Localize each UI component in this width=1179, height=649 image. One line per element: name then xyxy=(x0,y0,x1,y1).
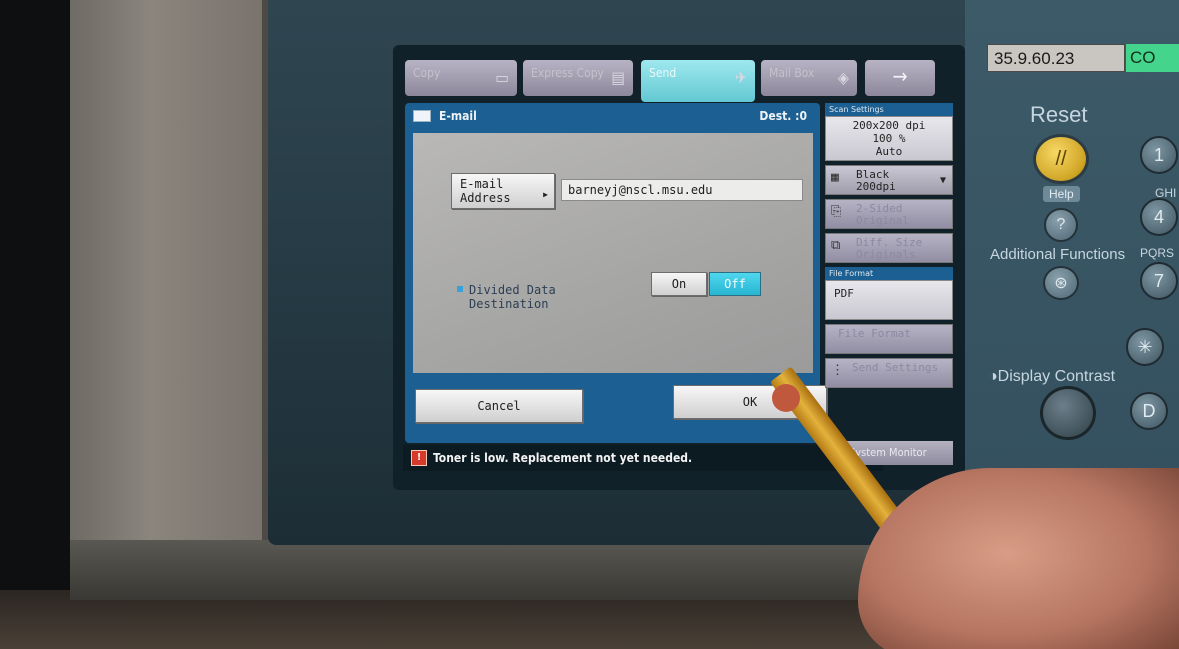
divided-on-button[interactable]: On xyxy=(651,272,707,296)
dialog-title: E-mail xyxy=(439,109,477,123)
express-copy-icon: ▤ xyxy=(611,68,625,87)
help-button[interactable]: ? xyxy=(1044,208,1078,242)
triangle-right-icon: ▶ xyxy=(543,190,548,199)
color-mode-line2: 200dpi xyxy=(856,180,896,193)
pqrs-label: PQRS xyxy=(1140,246,1175,260)
divided-off-button[interactable]: Off xyxy=(709,272,761,296)
mailbox-icon: ◈ xyxy=(837,68,849,87)
reset-label: Reset xyxy=(1030,102,1088,127)
color-mode-icon: ▦ xyxy=(831,170,839,185)
scan-settings-panel: Scan Settings 200x200 dpi 100 % Auto ▦ B… xyxy=(825,103,953,443)
ip-address-label: 35.9.60.23 xyxy=(987,44,1125,72)
diff-size-label: Diff. Size Originals xyxy=(856,236,923,261)
divided-line2: Destination xyxy=(469,297,549,311)
tab-express-copy-label: Express Copy xyxy=(531,66,604,80)
tab-more-arrow[interactable]: → xyxy=(865,60,935,96)
reset-button[interactable]: // xyxy=(1033,134,1089,184)
send-settings-icon: ⋮ xyxy=(831,363,844,378)
status-message: Toner is low. Replacement not yet needed… xyxy=(433,451,693,465)
diff-size-icon: ⧉ xyxy=(831,238,841,253)
status-message-bar: ! Toner is low. Replacement not yet need… xyxy=(403,445,883,471)
file-format-button[interactable]: File Format xyxy=(825,324,953,354)
key-7-button[interactable]: 7 xyxy=(1140,262,1178,300)
color-mode-dropdown[interactable]: ▦ Black 200dpi ▼ xyxy=(825,165,953,195)
help-label: Help xyxy=(1043,186,1080,202)
arrow-right-icon: → xyxy=(892,64,908,88)
scan-zoom: 100 % xyxy=(872,132,906,145)
email-address-line2: Address xyxy=(460,191,511,205)
bullet-icon xyxy=(457,286,463,292)
file-format-header: File Format xyxy=(825,267,953,280)
key-1-button[interactable]: 1 xyxy=(1140,136,1178,174)
cancel-button[interactable]: Cancel xyxy=(415,389,583,423)
two-sided-original-button[interactable]: ⎘ 2-Sided Original xyxy=(825,199,953,229)
dialog-body: E-mail Address ▶ barneyj@nscl.msu.edu Di… xyxy=(413,133,813,373)
two-sided-label: 2-Sided Original xyxy=(856,202,909,227)
tab-copy-label: Copy xyxy=(413,66,441,80)
tab-send[interactable]: Send ✈ xyxy=(641,60,755,102)
scan-mode: Auto xyxy=(875,145,903,158)
tab-copy[interactable]: Copy ▭ xyxy=(405,60,517,96)
printer-side-panel xyxy=(70,0,270,600)
tab-send-label: Send xyxy=(649,66,677,80)
file-format-button-label: File Format xyxy=(838,327,911,340)
toner-warning-icon: ! xyxy=(411,450,427,466)
email-dialog: E-mail Dest. :0 E-mail Address ▶ barneyj… xyxy=(405,103,827,443)
chevron-down-icon: ▼ xyxy=(939,175,946,186)
diff-size-originals-button[interactable]: ⧉ Diff. Size Originals xyxy=(825,233,953,263)
tab-express-copy[interactable]: Express Copy ▤ xyxy=(523,60,633,96)
scan-resolution: 200x200 dpi xyxy=(852,119,926,132)
scan-settings-header: Scan Settings xyxy=(825,103,953,116)
display-contrast-button[interactable] xyxy=(1040,386,1096,440)
email-address-field[interactable]: barneyj@nscl.msu.edu xyxy=(561,179,803,201)
key-d-button[interactable]: D xyxy=(1130,392,1168,430)
scan-settings-summary[interactable]: 200x200 dpi 100 % Auto xyxy=(825,116,953,161)
mail-icon xyxy=(413,110,431,122)
display-contrast-label: ◑Display Contrast xyxy=(988,368,1116,385)
email-address-button[interactable]: E-mail Address ▶ xyxy=(451,173,555,209)
two-sided-icon: ⎘ xyxy=(831,204,842,219)
send-settings-label: Send Settings xyxy=(852,361,939,374)
divided-line1: Divided Data xyxy=(469,283,556,297)
tab-mail-box-label: Mail Box xyxy=(769,66,815,80)
copy-icon: ▭ xyxy=(495,68,509,87)
pencil-eraser xyxy=(772,384,800,412)
key-4-button[interactable]: 4 xyxy=(1140,198,1178,236)
key-star-button[interactable]: ✳ xyxy=(1126,328,1164,366)
send-plane-icon: ✈ xyxy=(734,68,747,87)
email-address-line1: E-mail xyxy=(460,177,504,191)
divided-data-destination-label: Divided Data Destination xyxy=(457,283,556,311)
touch-screen: Copy ▭ Express Copy ▤ Send ✈ Mail Box ◈ … xyxy=(393,45,965,490)
dialog-title-bar: E-mail Dest. :0 xyxy=(413,109,813,129)
file-format-value: PDF xyxy=(825,280,953,320)
tab-mail-box[interactable]: Mail Box ◈ xyxy=(761,60,857,96)
destination-count: Dest. :0 xyxy=(759,109,807,123)
function-tabs: Copy ▭ Express Copy ▤ Send ✈ Mail Box ◈ … xyxy=(405,60,945,102)
additional-functions-button[interactable]: ⊛ xyxy=(1043,266,1079,300)
send-settings-button[interactable]: ⋮ Send Settings xyxy=(825,358,953,388)
additional-functions-label: Additional Functions xyxy=(990,246,1126,263)
device-tag: CO xyxy=(1126,44,1179,72)
